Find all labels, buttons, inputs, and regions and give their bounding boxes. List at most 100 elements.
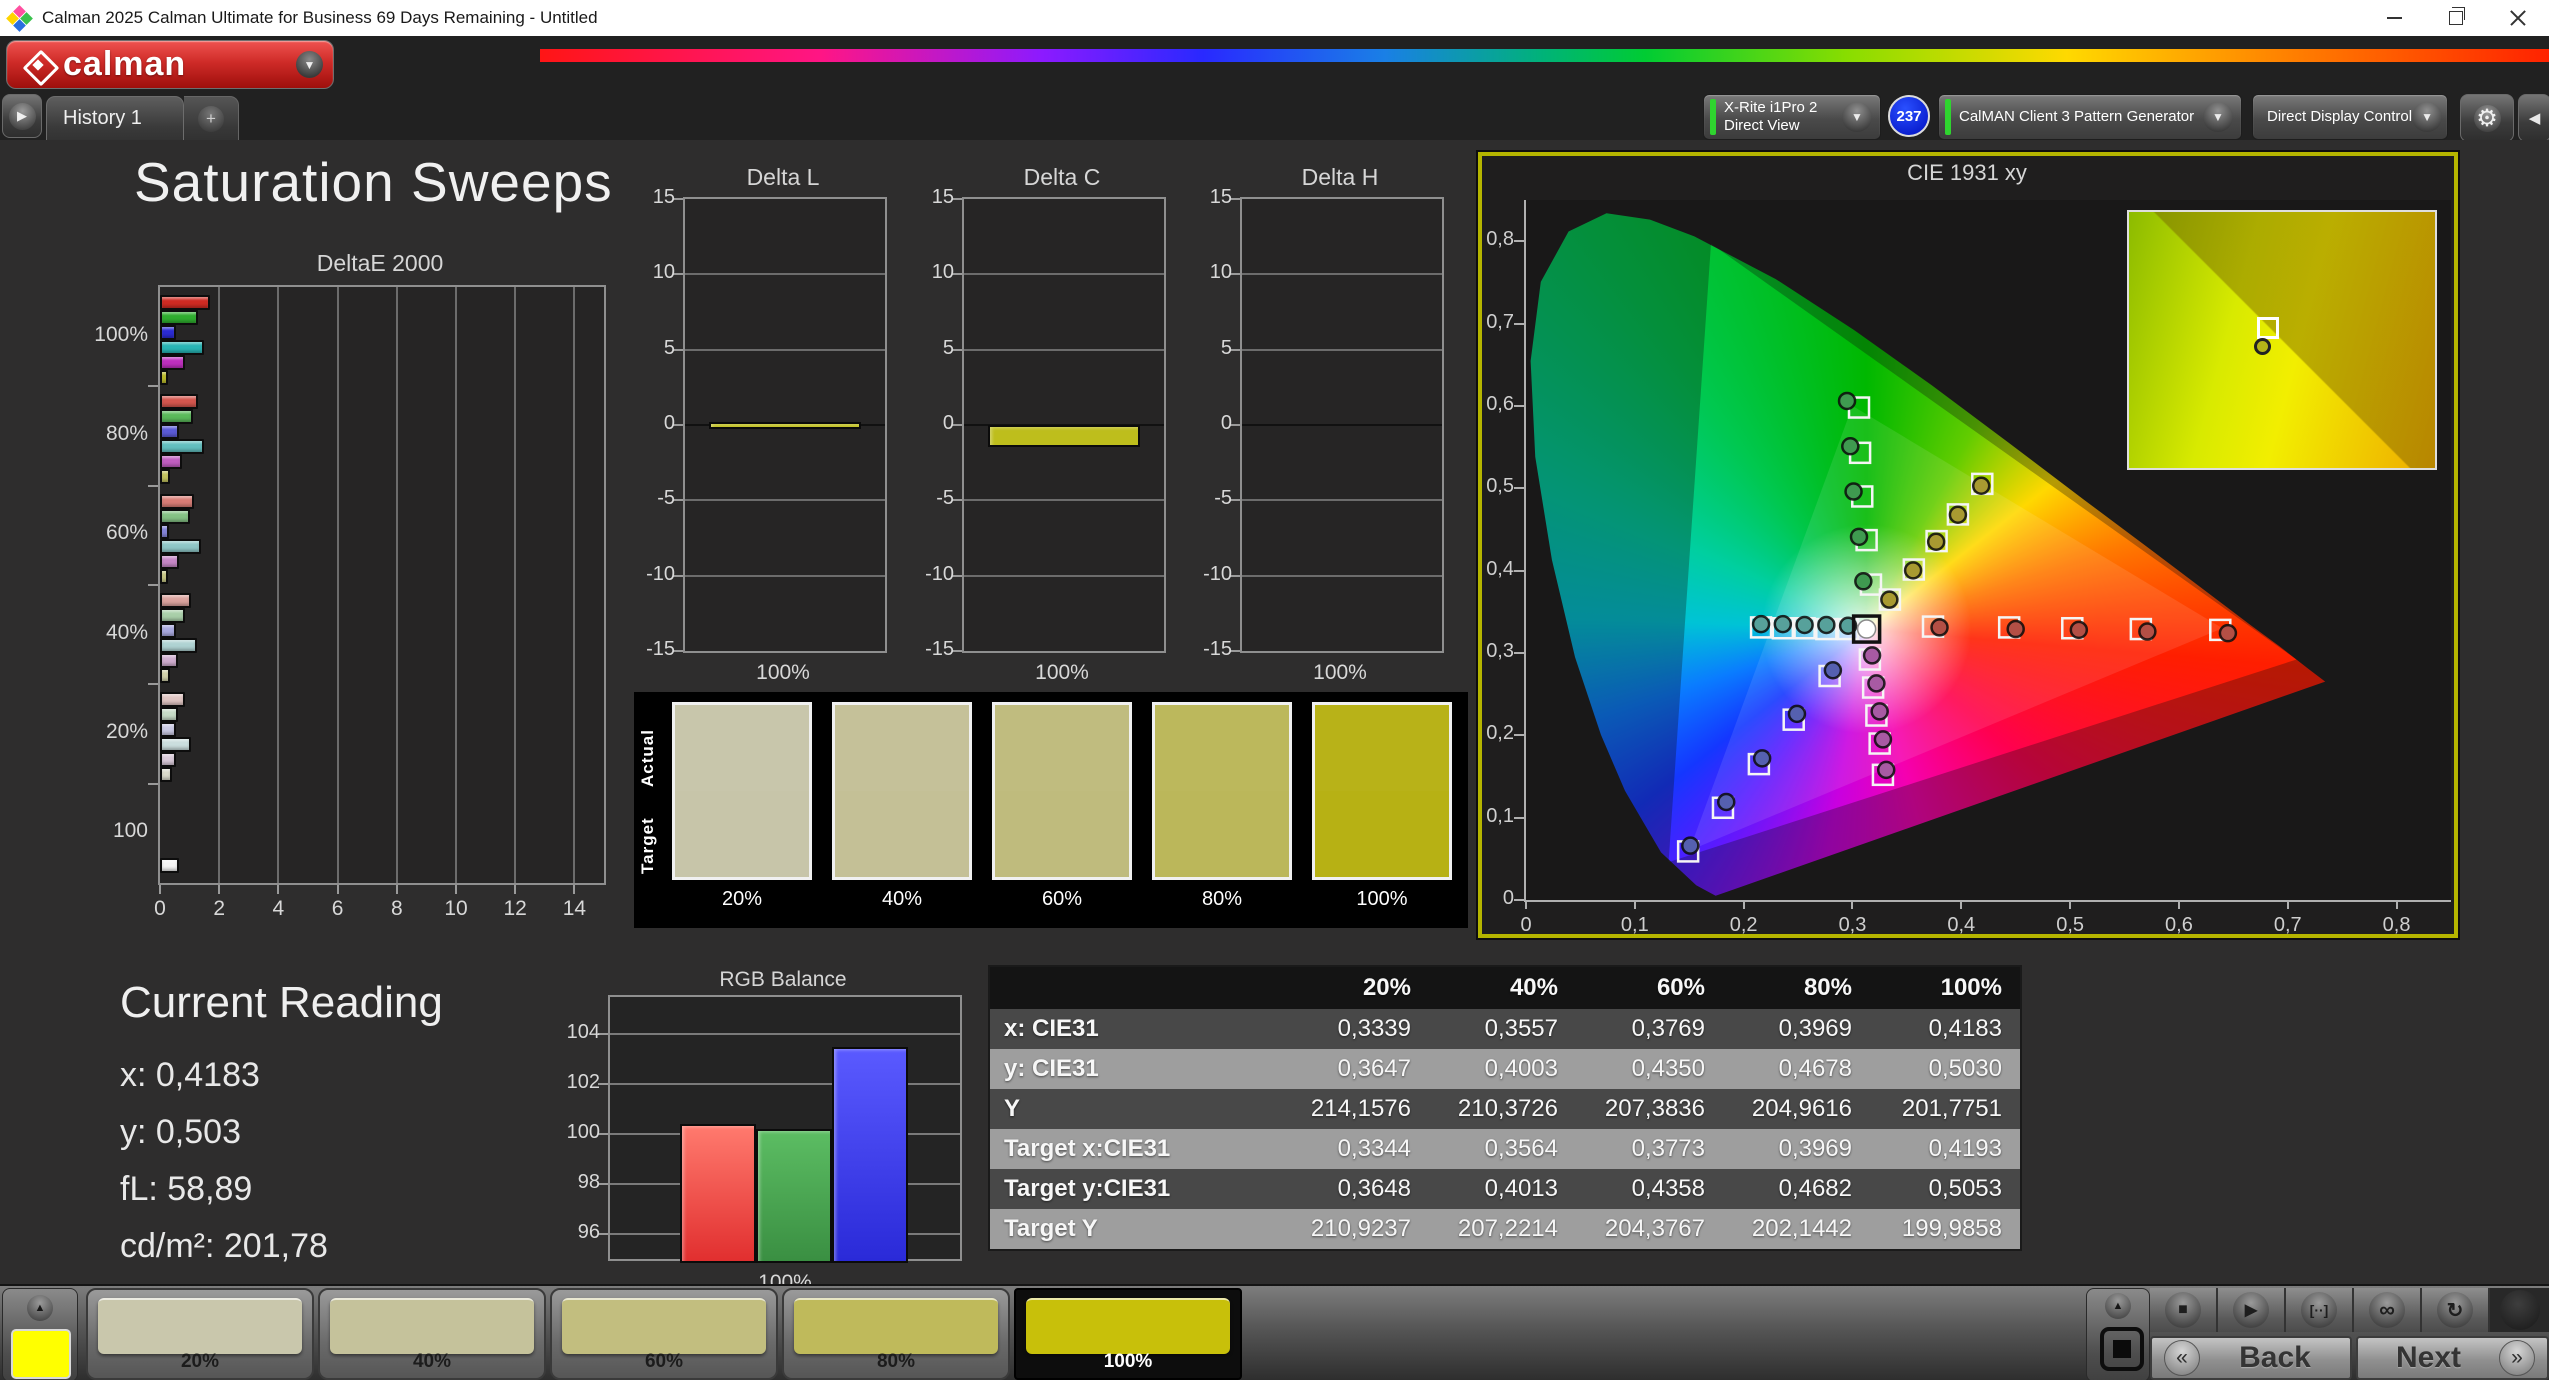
table-header-cell: 100% [1940,974,2002,1001]
x-tick-label: 6 [331,897,344,920]
add-tab-button[interactable]: + [184,96,239,141]
table-cell: 0,3969 [1778,1015,1852,1042]
expand-up-button[interactable]: ▲ [2105,1293,2131,1319]
calman-menu-button[interactable]: calman ▼ [6,40,334,89]
deltae-bar-100-0 [160,857,180,873]
swatch-target [835,791,969,877]
status-circle-icon [2499,1290,2540,1330]
table-header-cell: 80% [1803,974,1852,1001]
measurement-table: 20% 40% 60% 80% 100% x: CIE31 0,3339 0,3557 0,37… [988,965,2022,1251]
deltae-bar-80%-0 [160,394,199,410]
delta_l-title: Delta L [746,164,820,190]
current-reading-title: Current Reading [120,978,443,1027]
range-button[interactable]: [··] [2286,1288,2354,1332]
delta_h-chart: 15 10 5 0 -5 -10 -15 [1203,186,1444,660]
deltae-bar-40%-4 [160,653,178,668]
expand-menu-button[interactable]: ▶ [2,94,42,138]
restore-icon [2449,7,2465,25]
rgb-bar-red [680,1124,756,1263]
delta_c-chart: 15 10 5 0 -5 -10 -15 [925,186,1166,660]
measured-marker-red [1930,618,1949,637]
table-cell: 0,4013 [1484,1175,1558,1202]
x-tick-label: 14 [562,897,587,920]
table-row: Y 214,1576 210,3726 207,3836 204,9616 201,775… [990,1089,2020,1129]
x-tick-label: 8 [390,897,403,920]
meter-dropdown[interactable]: X-Rite i1Pro 2 Direct View ▼ [1703,94,1881,140]
x-tick-label: 10 [444,897,468,920]
delta_c-x-label: 100% [1035,661,1089,684]
gridline [964,273,1164,276]
play-button[interactable]: ▶ [2218,1288,2286,1332]
y-tick [1514,487,1524,490]
minimize-button[interactable] [2363,0,2425,36]
y-tick-label: -10 [1203,562,1232,585]
y-tick-label: 5 [942,336,954,359]
next-button[interactable]: Next » [2356,1336,2549,1380]
y-tick-label: 0 [1502,887,1514,909]
pattern-button-20%[interactable]: 20% [86,1288,314,1380]
meter-count-badge[interactable]: 237 [1888,95,1930,137]
cie-zoom-inset [2127,210,2437,470]
swatch-target [675,791,809,877]
generator-status-indicator [1945,99,1951,135]
deltae-bar-80%-5 [160,469,170,485]
deltae-bar-100%-4 [160,355,186,370]
up-arrow-icon: ▲ [34,1302,46,1314]
swatch-label: 100% [1356,888,1408,910]
deltae-bar-80%-4 [160,454,183,470]
measured-marker-cyan [1817,615,1836,635]
y-tick-label: 0,5 [1486,475,1514,498]
pattern-label: 60% [644,1351,684,1372]
stop-icon: ■ [2165,1292,2201,1328]
measured-marker-blue [1752,749,1772,768]
target-row-label: Target [638,817,657,875]
collapse-panel-button[interactable]: ◀ [2518,94,2549,142]
deltae-bar-80%-2 [160,424,180,440]
back-button[interactable]: « Back [2150,1336,2352,1380]
y-group-label: 20% [105,720,148,743]
measured-marker-red [2218,623,2238,643]
measured-marker-red [2138,622,2157,641]
cie-chart-title: CIE 1931 xy [1907,160,2027,185]
current-pattern-swatch[interactable] [11,1329,71,1379]
y-group-label: 80% [105,422,148,445]
stop-button[interactable]: ■ [2150,1288,2218,1332]
tab-history-1[interactable]: History 1 [46,96,184,140]
swatch-target [1155,791,1289,877]
table-header-cell: 60% [1656,974,1705,1001]
current-reading-x: x: 0,4183 [120,1056,260,1094]
table-cell: 0,3344 [1337,1135,1411,1162]
refresh-button[interactable]: ↻ [2422,1288,2490,1332]
gridline [685,574,885,577]
pattern-button-60%[interactable]: 60% [550,1288,778,1380]
deltae-bar-40%-0 [160,593,192,608]
plus-icon: + [198,106,224,132]
restore-button[interactable] [2425,0,2487,36]
settings-button[interactable]: ⚙ [2460,94,2514,142]
deltae-bar-60%-3 [160,538,202,554]
display-control-name: Direct Display Control [2267,108,2413,125]
loop-infinite-button[interactable]: ∞ [2354,1288,2422,1332]
play-arrow-icon: ▶ [8,102,36,130]
expand-up-button[interactable]: ▲ [27,1295,53,1321]
calman-logo-icon [21,48,60,86]
y-tick-label: 104 [566,1021,600,1044]
table-cell: 204,9616 [1751,1095,1852,1122]
y-tick-label: 0,3 [1486,639,1514,662]
pattern-swatch [1026,1298,1230,1354]
pattern-button-80%[interactable]: 80% [782,1288,1010,1380]
close-button[interactable] [2487,0,2549,36]
gridline [455,287,457,883]
measured-marker-yellow [1948,505,1968,525]
pattern-generator-dropdown[interactable]: CalMAN Client 3 Pattern Generator ▼ [1938,94,2242,140]
y-tick-label: -5 [657,487,675,510]
table-header-cell [990,967,1282,1009]
y-tick [148,484,158,487]
pattern-window-button[interactable] [2100,1327,2144,1371]
pattern-button-100%[interactable]: 100% [1014,1288,1242,1380]
pattern-button-40%[interactable]: 40% [318,1288,546,1380]
measured-marker-magenta [1870,702,1889,721]
rgb-bar-green [756,1129,832,1263]
page-title: Saturation Sweeps [134,151,613,213]
display-control-dropdown[interactable]: Direct Display Control ▼ [2252,94,2448,140]
